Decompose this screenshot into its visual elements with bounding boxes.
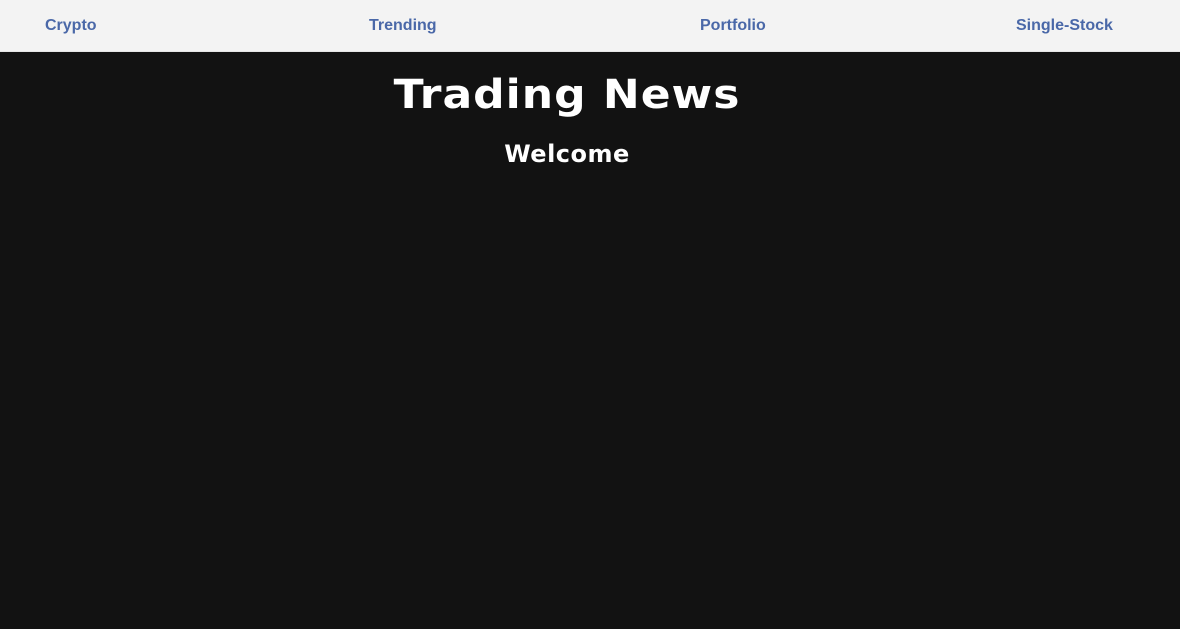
nav-link-single-stock[interactable]: Single-Stock xyxy=(1016,0,1113,52)
top-navbar: Crypto Trending Portfolio Single-Stock xyxy=(0,0,1180,52)
nav-link-trending[interactable]: Trending xyxy=(369,0,437,52)
page-title: Trading News xyxy=(393,71,741,118)
nav-link-crypto[interactable]: Crypto xyxy=(45,0,97,52)
nav-link-portfolio[interactable]: Portfolio xyxy=(700,0,766,52)
main-content: Trading News Welcome xyxy=(0,53,1180,629)
welcome-heading: Welcome xyxy=(504,140,630,168)
